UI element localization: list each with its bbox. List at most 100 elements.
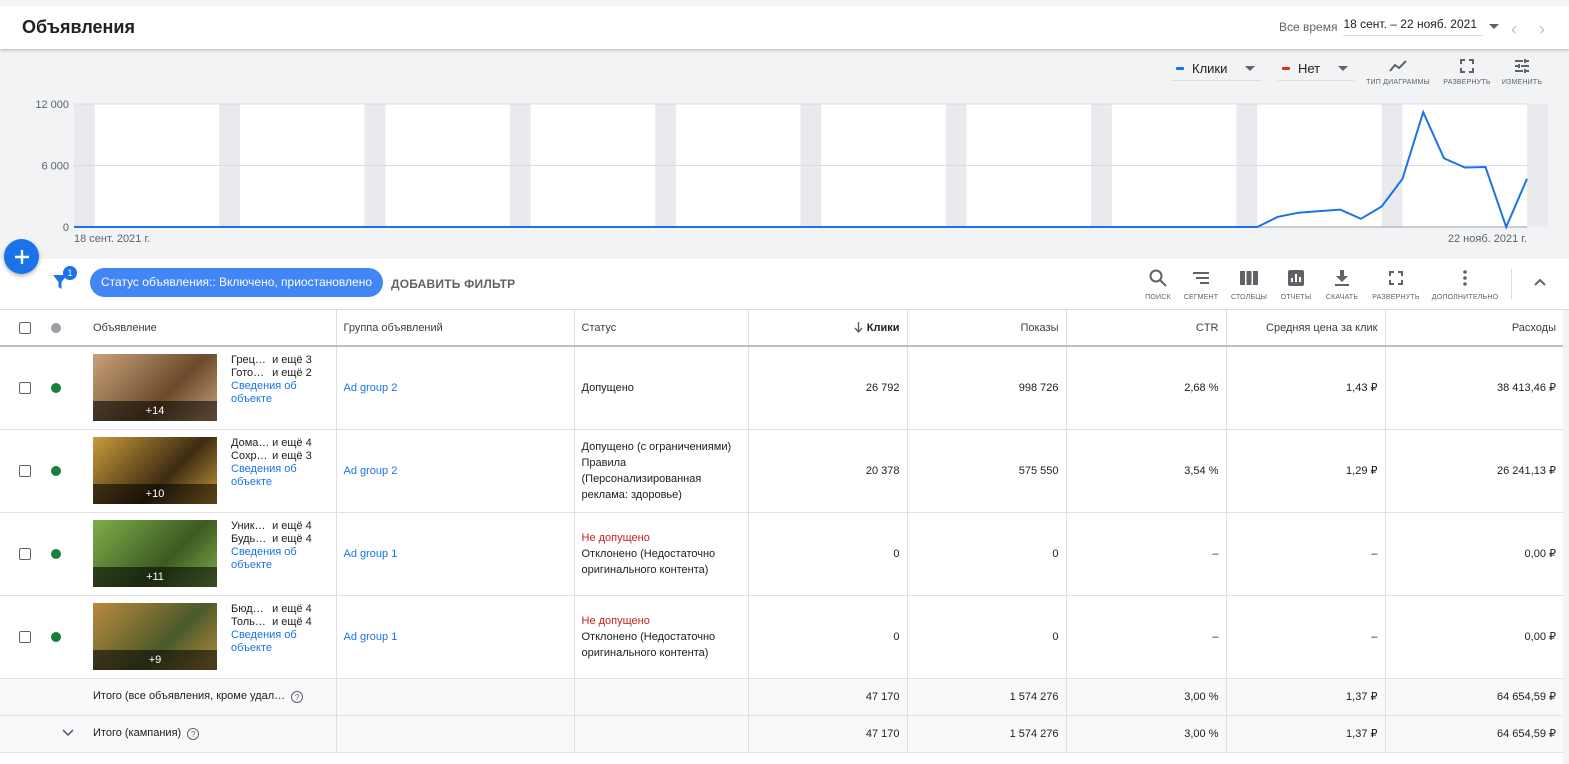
cost-cell: 38 413,46 ₽ bbox=[1384, 346, 1563, 430]
header-select-cell bbox=[0, 310, 43, 347]
row-checkbox[interactable] bbox=[19, 381, 31, 394]
ctr-cell: – bbox=[1065, 595, 1226, 679]
impressions-cell: 0 bbox=[906, 595, 1066, 679]
header-status[interactable]: Статус bbox=[573, 310, 748, 347]
metric1-dropdown-icon[interactable] bbox=[1245, 66, 1256, 71]
status-text: Допущено bbox=[581, 381, 634, 394]
asset-details-link[interactable]: Сведения об объекте bbox=[231, 629, 312, 655]
ad-group-link[interactable]: Ad group 2 bbox=[344, 465, 398, 477]
headline-1: Дома… bbox=[231, 437, 269, 449]
totals-label-cell: Итого (кампания)? bbox=[86, 715, 336, 753]
ad-cell: +9 Бюд… и ещё 4 Толь… и ещё 4 Сведения о… bbox=[86, 595, 336, 679]
totals-ctr: 3,00 % bbox=[1065, 678, 1226, 716]
totals-row: Итого (все объявления, кроме удал…? 47 1… bbox=[0, 678, 1563, 716]
x-end-label: 22 нояб. 2021 г. bbox=[1448, 233, 1527, 245]
fullscreen-icon bbox=[1389, 268, 1403, 288]
header-impressions[interactable]: Показы bbox=[906, 310, 1066, 347]
select-all-checkbox[interactable] bbox=[19, 321, 31, 334]
expand-table-button[interactable]: РАЗВЕРНУТЬ bbox=[1366, 268, 1426, 301]
row-status-dot-cell bbox=[43, 429, 86, 513]
ad-image-thumbnail[interactable]: +9 bbox=[93, 603, 217, 670]
ctr-cell: 2,68 % bbox=[1065, 346, 1226, 430]
previous-period-icon[interactable]: ‹ bbox=[1511, 20, 1517, 38]
ad-image-thumbnail[interactable]: +14 bbox=[93, 354, 217, 422]
next-period-icon[interactable]: › bbox=[1539, 20, 1545, 38]
date-range-dropdown-icon[interactable] bbox=[1489, 24, 1499, 29]
table-row[interactable]: +14 Грец… и ещё 3 Гото… и ещё 2 Сведения… bbox=[0, 346, 1563, 430]
asset-details-link-line2: объекте bbox=[231, 476, 273, 488]
row-checkbox[interactable] bbox=[19, 630, 31, 643]
header-clicks-cell[interactable]: Клики bbox=[747, 310, 907, 347]
row-checkbox[interactable] bbox=[19, 464, 31, 477]
header-bar: Объявления Все время 18 сент. – 22 нояб.… bbox=[0, 0, 1569, 49]
asset-details-link[interactable]: Сведения об объекте bbox=[231, 463, 312, 489]
metric-selector-primary[interactable]: Клики bbox=[1172, 59, 1262, 81]
headline-1: Бюд… bbox=[231, 603, 264, 615]
chart-adjust-button[interactable]: ИЗМЕНИТЬ bbox=[1487, 55, 1557, 86]
add-ad-button[interactable] bbox=[4, 239, 39, 274]
row-select-cell bbox=[0, 595, 43, 679]
help-icon[interactable]: ? bbox=[187, 727, 200, 740]
impressions-cell: 575 550 bbox=[906, 429, 1066, 513]
table-row[interactable]: +10 Дома… и ещё 4 Сохр… и ещё 3 Сведения… bbox=[0, 429, 1563, 513]
ad-image-thumbnail[interactable]: +11 bbox=[93, 520, 217, 587]
header-ad[interactable]: Объявление bbox=[86, 310, 336, 347]
header-ctr[interactable]: CTR bbox=[1065, 310, 1226, 347]
add-filter-button[interactable]: ДОБАВИТЬ ФИЛЬТР bbox=[391, 277, 515, 291]
totals-expand-cell bbox=[43, 678, 86, 716]
help-icon[interactable]: ? bbox=[291, 690, 304, 703]
totals-status-cell bbox=[573, 678, 748, 716]
totals-blank-cell bbox=[0, 678, 43, 716]
totals-cpc: 1,37 ₽ bbox=[1225, 715, 1385, 753]
collapse-chevron-icon[interactable] bbox=[1533, 276, 1547, 290]
toolbar-divider bbox=[1511, 269, 1512, 299]
headline-1-more: и ещё 4 bbox=[272, 603, 312, 615]
status-disapproved-title: Не допущено bbox=[581, 614, 650, 627]
table-row[interactable]: +9 Бюд… и ещё 4 Толь… и ещё 4 Сведения о… bbox=[0, 595, 1563, 679]
segment-icon bbox=[1192, 268, 1210, 288]
header-group[interactable]: Группа объявлений bbox=[335, 310, 574, 347]
performance-chart-panel: 12 000 6 000 0 18 сент. 2021 г. 22 нояб. 202… bbox=[0, 49, 1569, 259]
more-images-count: +9 bbox=[93, 650, 217, 670]
ad-cell: +14 Грец… и ещё 3 Гото… и ещё 2 Сведения… bbox=[86, 346, 336, 430]
status-filter-chip[interactable]: Статус объявления:: Включено, приостанов… bbox=[90, 268, 384, 297]
row-select-cell bbox=[0, 346, 43, 430]
ctr-cell: 3,54 % bbox=[1065, 429, 1226, 513]
row-select-cell bbox=[0, 512, 43, 596]
status-text: Отклонено (Недостаточно оригинального ко… bbox=[581, 630, 716, 659]
totals-status-cell bbox=[573, 715, 748, 753]
more-label: ДОПОЛНИТЕЛЬНО bbox=[1431, 294, 1499, 301]
table-row[interactable]: +11 Уник… и ещё 4 Будь… и ещё 4 Сведения… bbox=[0, 512, 1563, 596]
cost-cell: 0,00 ₽ bbox=[1384, 512, 1563, 596]
enabled-status-dot bbox=[51, 548, 61, 559]
date-range-picker[interactable]: Все время 18 сент. – 22 нояб. 2021 bbox=[1279, 17, 1499, 36]
download-icon bbox=[1335, 268, 1349, 288]
ad-group-link[interactable]: Ad group 1 bbox=[344, 631, 398, 643]
ad-text-preview: Бюд… и ещё 4 Толь… и ещё 4 Сведения об об… bbox=[231, 603, 312, 655]
row-checkbox[interactable] bbox=[19, 547, 31, 560]
headline-1-more: и ещё 4 bbox=[272, 520, 312, 532]
metric-selector-secondary[interactable]: Нет bbox=[1278, 59, 1355, 81]
expand-chevron-icon[interactable] bbox=[62, 728, 74, 737]
header-cost[interactable]: Расходы bbox=[1384, 310, 1563, 347]
header-status-dot-cell bbox=[43, 310, 86, 347]
more-button[interactable]: ДОПОЛНИТЕЛЬНО bbox=[1432, 268, 1498, 301]
ad-image-thumbnail[interactable]: +10 bbox=[93, 437, 217, 504]
date-range-value[interactable]: 18 сент. – 22 нояб. 2021 bbox=[1343, 17, 1483, 36]
more-images-count: +11 bbox=[93, 567, 217, 587]
ad-group-link[interactable]: Ad group 1 bbox=[344, 548, 398, 560]
bar-chart-icon bbox=[1288, 268, 1304, 288]
download-button[interactable]: СКАЧАТЬ bbox=[1312, 268, 1372, 301]
chart-type-button[interactable]: ТИП ДИАГРАММЫ bbox=[1363, 55, 1433, 86]
metric2-dropdown-icon[interactable] bbox=[1338, 66, 1349, 71]
metric2-color-swatch bbox=[1282, 67, 1290, 70]
asset-details-link[interactable]: Сведения об объекте bbox=[231, 380, 312, 406]
row-status-dot-cell bbox=[43, 595, 86, 679]
header-cpc[interactable]: Средняя цена за клик bbox=[1225, 310, 1385, 347]
asset-details-link[interactable]: Сведения об объекте bbox=[231, 546, 312, 572]
clicks-cell: 26 792 bbox=[747, 346, 907, 430]
totals-group-cell bbox=[335, 678, 574, 716]
fullscreen-icon bbox=[1460, 55, 1474, 77]
ad-group-link[interactable]: Ad group 2 bbox=[344, 382, 398, 394]
more-images-count: +10 bbox=[93, 484, 217, 504]
